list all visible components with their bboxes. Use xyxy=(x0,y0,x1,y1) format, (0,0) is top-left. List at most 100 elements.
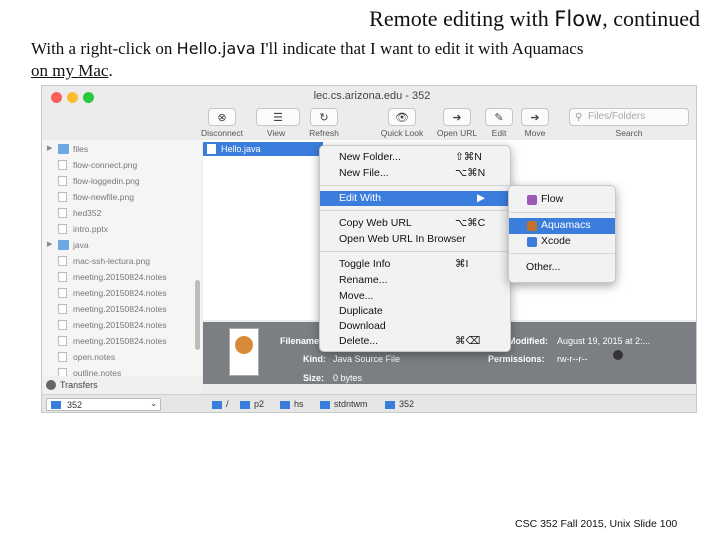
transfers-label: Transfers xyxy=(60,380,98,390)
body-text-part: With a right-click on xyxy=(31,39,177,58)
menu-item-new-file[interactable]: New File... ⌥⌘N xyxy=(320,166,510,181)
menu-item-edit-with[interactable]: Edit With ▶ xyxy=(320,191,510,206)
java-file-icon xyxy=(207,144,216,154)
folder-icon xyxy=(58,144,69,154)
sidebar-scrollbar[interactable] xyxy=(195,280,200,350)
menu-item-rename[interactable]: Rename... xyxy=(320,273,510,288)
eye-icon: 👁 xyxy=(395,111,409,124)
menu-item-open-web-url[interactable]: Open Web URL In Browser xyxy=(320,232,510,247)
filename-label: Filename: xyxy=(280,336,323,346)
file-icon xyxy=(58,288,67,298)
menu-item-new-folder[interactable]: New Folder... ⇧⌘N xyxy=(320,150,510,165)
path-crumb[interactable]: 352 xyxy=(385,399,414,409)
file-icon xyxy=(58,224,67,234)
list-item[interactable]: ▶ files xyxy=(42,142,202,158)
zoom-window-button[interactable] xyxy=(83,92,94,103)
open-url-button[interactable]: ➜ xyxy=(443,108,471,126)
file-icon xyxy=(58,336,67,346)
slide-body-text: With a right-click on Hello.java I'll in… xyxy=(31,38,691,82)
list-item[interactable]: hed352 xyxy=(42,206,202,222)
minimize-window-button[interactable] xyxy=(67,92,78,103)
window-title: lec.cs.arizona.edu - 352 xyxy=(313,90,431,102)
selected-file-row[interactable]: Hello.java xyxy=(203,142,323,156)
submenu-arrow-icon: ▶ xyxy=(477,192,486,204)
disconnect-button[interactable]: ⊗ xyxy=(208,108,236,126)
aquamacs-app-icon xyxy=(527,221,537,231)
file-icon xyxy=(58,176,67,186)
move-button[interactable]: ➔ xyxy=(521,108,549,126)
edit-button[interactable]: ✎ xyxy=(485,108,513,126)
file-icon xyxy=(58,272,67,282)
list-item[interactable]: flow-newfile.png xyxy=(42,190,202,206)
menu-item-toggle-info[interactable]: Toggle Info ⌘I xyxy=(320,257,510,272)
path-bar: 352 ⌄ / p2 hs stdntwm 352 xyxy=(42,394,696,412)
transfers-bar[interactable]: Transfers xyxy=(42,376,202,394)
menu-item-copy-web-url[interactable]: Copy Web URL ⌥⌘C xyxy=(320,216,510,231)
menu-separator xyxy=(320,185,510,186)
modified-label: Modified: xyxy=(508,336,548,346)
path-crumb[interactable]: hs xyxy=(280,399,304,409)
disclosure-triangle-icon[interactable]: ▶ xyxy=(47,144,52,152)
folder-icon xyxy=(320,400,330,409)
refresh-button[interactable]: ↻ xyxy=(310,108,338,126)
kind-label: Kind: xyxy=(303,354,326,364)
slide-title: Remote editing with Flow, continued xyxy=(300,6,700,32)
folder-icon xyxy=(280,400,290,409)
file-icon xyxy=(58,160,67,170)
disconnect-icon: ⊗ xyxy=(217,111,227,124)
path-selector-dropdown[interactable]: 352 ⌄ xyxy=(46,398,161,411)
list-item[interactable]: ▶ java xyxy=(42,238,202,254)
file-icon xyxy=(58,304,67,314)
path-crumb[interactable]: stdntwm xyxy=(320,399,368,409)
edit-label: Edit xyxy=(491,128,507,138)
list-item[interactable]: mac-ssh-lectura.png xyxy=(42,254,202,270)
list-item[interactable]: open.notes xyxy=(42,350,202,366)
view-label: View xyxy=(266,128,286,138)
path-crumb[interactable]: / xyxy=(212,399,229,409)
search-placeholder: Files/Folders xyxy=(588,111,646,122)
list-item[interactable]: intro.pptx xyxy=(42,222,202,238)
open-url-icon: ➜ xyxy=(452,111,462,124)
menu-item-duplicate[interactable]: Duplicate xyxy=(320,304,510,319)
list-item[interactable]: flow-loggedin.png xyxy=(42,174,202,190)
permissions-value: rw-r--r-- xyxy=(557,354,588,364)
list-item[interactable]: meeting.20150824.notes xyxy=(42,286,202,302)
submenu-item-xcode[interactable]: Xcode xyxy=(509,234,615,250)
size-label: Size: xyxy=(303,373,325,383)
body-text-part: I'll indicate that I want to edit it wit… xyxy=(255,39,584,58)
path-crumb[interactable]: p2 xyxy=(240,399,264,409)
transfers-icon xyxy=(46,380,56,390)
list-item[interactable]: meeting.20150824.notes xyxy=(42,302,202,318)
search-icon: ⚲ xyxy=(575,112,583,123)
folder-icon xyxy=(240,400,250,409)
quick-look-button[interactable]: 👁 xyxy=(388,108,416,126)
menu-item-delete[interactable]: Delete... ⌘⌫ xyxy=(320,334,510,349)
close-window-button[interactable] xyxy=(51,92,62,103)
body-underlined-text: on my Mac xyxy=(31,61,109,80)
disclosure-triangle-icon[interactable]: ▶ xyxy=(47,240,52,248)
submenu-item-other[interactable]: Other... xyxy=(509,260,615,276)
submenu-item-flow[interactable]: Flow xyxy=(509,192,615,208)
refresh-label: Refresh xyxy=(309,128,339,138)
arrow-right-icon: ➔ xyxy=(530,111,540,124)
edit-permissions-icon[interactable] xyxy=(613,350,623,360)
kind-value: Java Source File xyxy=(333,354,401,364)
view-icon: ☰ xyxy=(273,111,283,124)
refresh-icon: ↻ xyxy=(319,111,329,124)
open-url-label: Open URL xyxy=(436,128,478,138)
flow-app-icon xyxy=(527,195,537,205)
menu-item-move[interactable]: Move... xyxy=(320,289,510,304)
menu-item-download[interactable]: Download xyxy=(320,319,510,334)
file-icon xyxy=(58,256,67,266)
edit-with-submenu: Flow Aquamacs Xcode Other... xyxy=(508,185,616,283)
search-input[interactable]: ⚲ Files/Folders xyxy=(569,108,689,126)
list-item[interactable]: meeting.20150824.notes xyxy=(42,318,202,334)
context-menu: New Folder... ⇧⌘N New File... ⌥⌘N Edit Wit… xyxy=(319,145,511,352)
view-button[interactable]: ☰ xyxy=(256,108,300,126)
list-item[interactable]: flow-connect.png xyxy=(42,158,202,174)
search-label: Search xyxy=(615,128,643,138)
submenu-item-aquamacs[interactable]: Aquamacs xyxy=(509,218,615,234)
title-text: Remote editing with xyxy=(369,6,555,31)
list-item[interactable]: meeting.20150824.notes xyxy=(42,270,202,286)
list-item[interactable]: meeting.20150824.notes xyxy=(42,334,202,350)
